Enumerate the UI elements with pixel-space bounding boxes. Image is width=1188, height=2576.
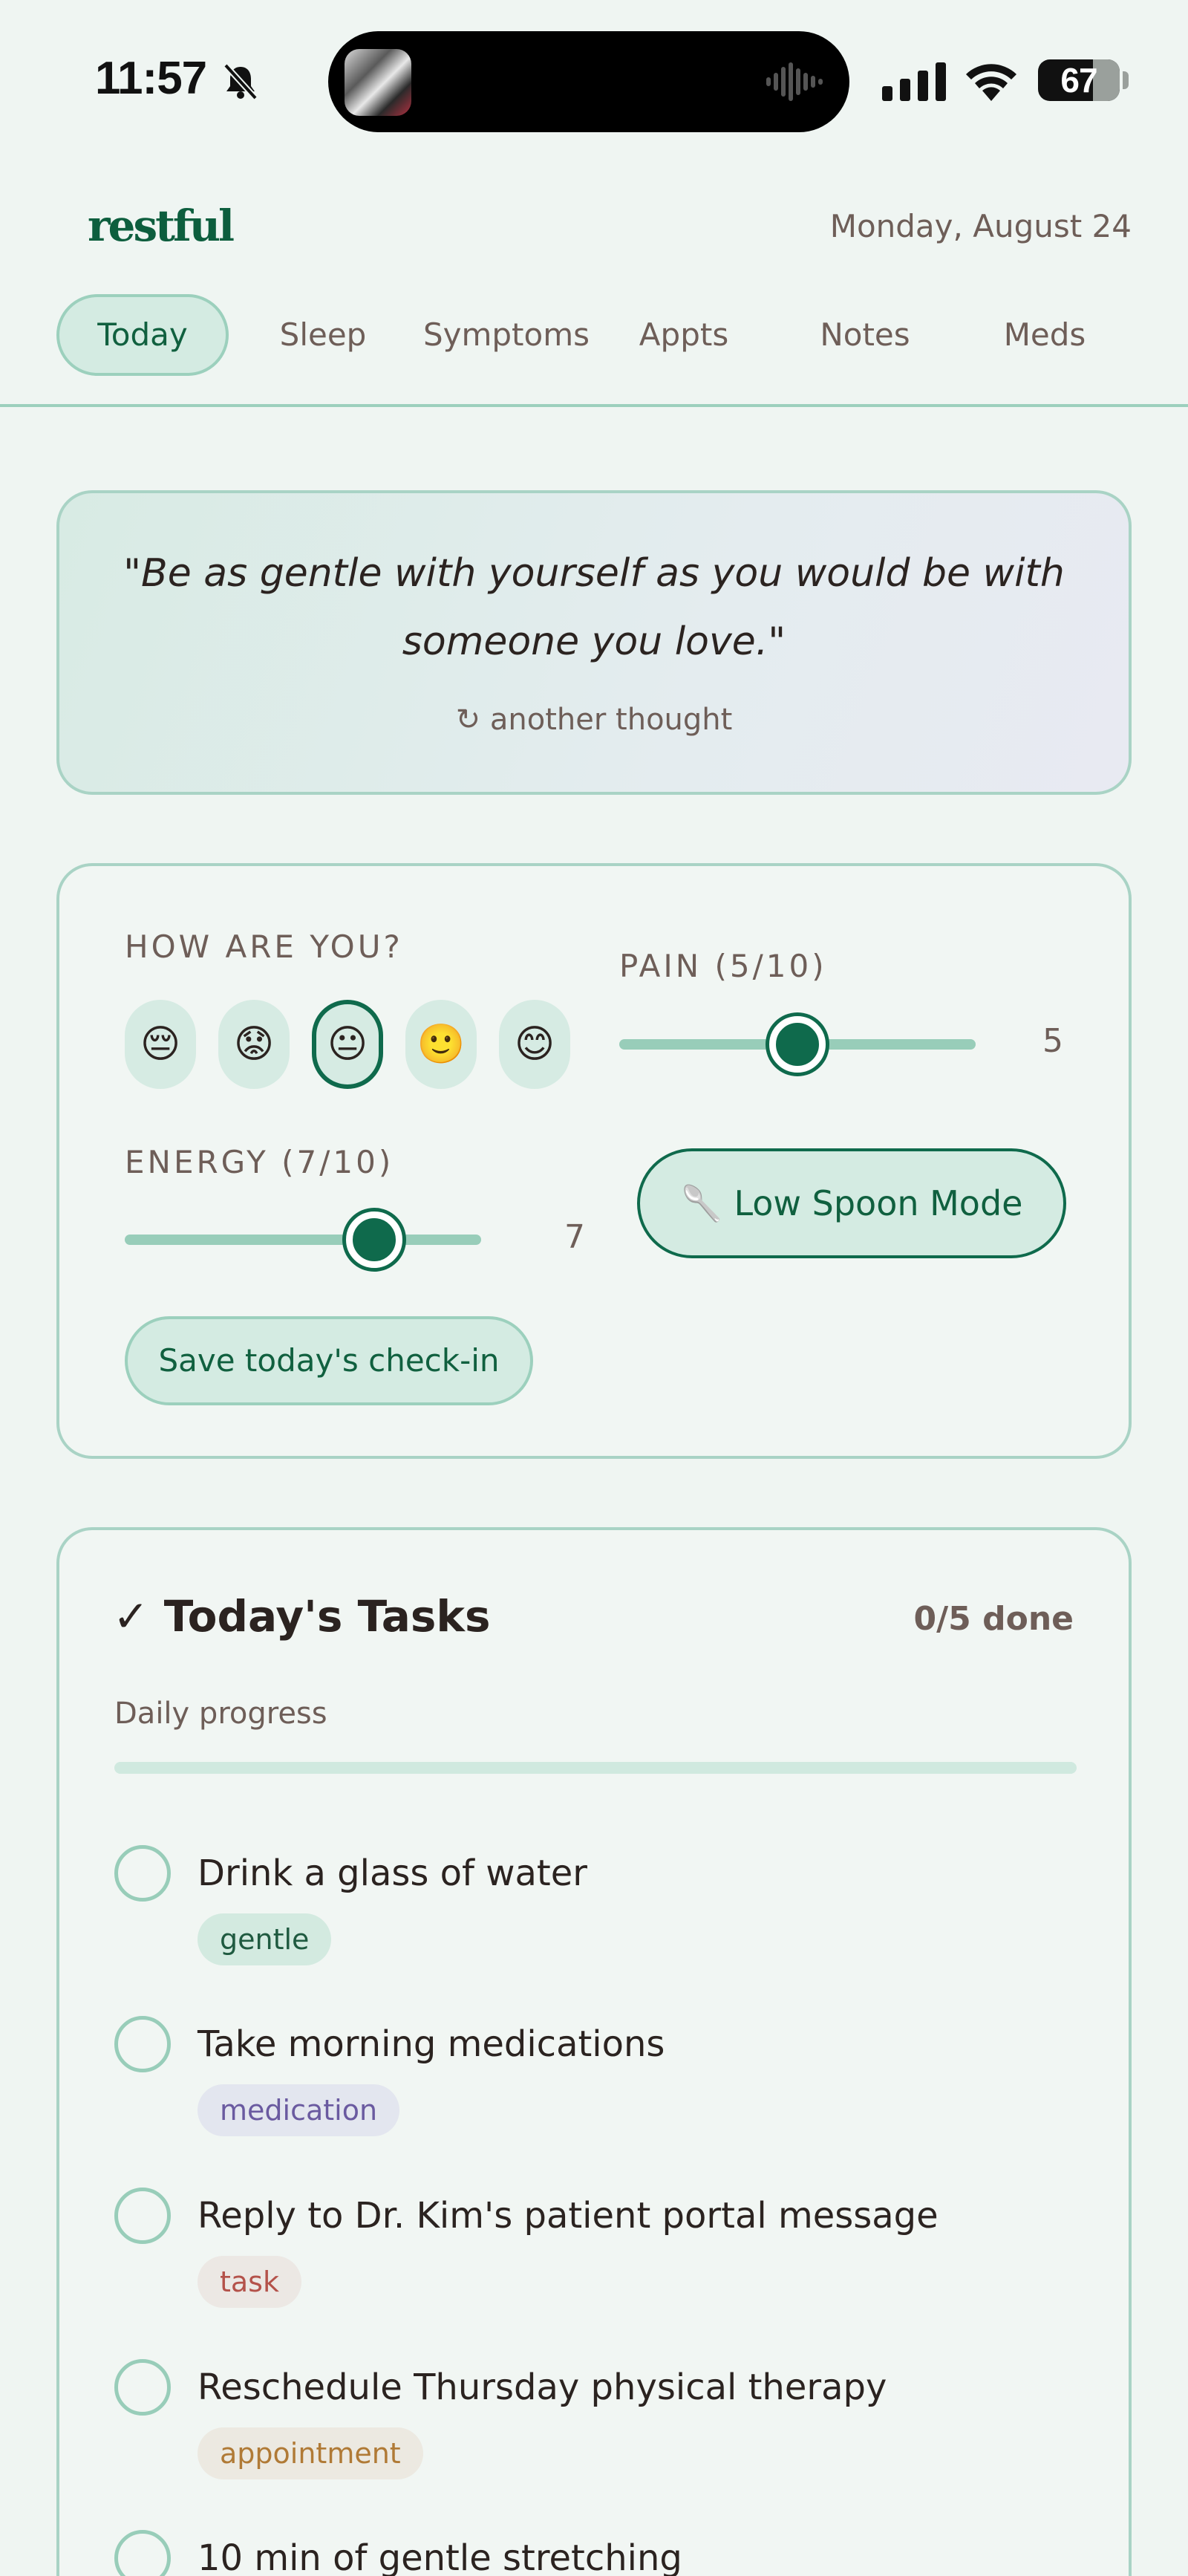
- cellular-signal-icon: [882, 62, 946, 101]
- status-time: 11:57: [95, 53, 207, 104]
- now-playing-artwork: [345, 49, 411, 116]
- mood-slight-smile-button[interactable]: 🙂: [405, 1000, 477, 1089]
- checkin-card: HOW ARE YOU? 😔 😟 😐 🙂 😊 PAIN (5/10) 5 ENERGY …: [56, 863, 1132, 1459]
- tab-symptoms[interactable]: Symptoms: [417, 294, 595, 376]
- energy-label: ENERGY (7/10): [125, 1144, 394, 1180]
- another-thought-button[interactable]: ↻ another thought: [59, 703, 1129, 737]
- task-tag: appointment: [198, 2427, 423, 2479]
- daily-progress-bar: [114, 1762, 1077, 1774]
- task-checkbox[interactable]: [114, 2359, 171, 2416]
- tab-sleep[interactable]: Sleep: [252, 294, 394, 376]
- progress-label: Daily progress: [114, 1697, 327, 1731]
- pain-slider-thumb[interactable]: [769, 1016, 826, 1073]
- battery-percentage: 67: [1060, 61, 1097, 100]
- tab-meds[interactable]: Meds: [974, 294, 1115, 376]
- tasks-count: 0/5 done: [913, 1600, 1074, 1638]
- task-checkbox[interactable]: [114, 2188, 171, 2244]
- task-item: Drink a glass of water gentle: [114, 1827, 1077, 1965]
- energy-slider-thumb[interactable]: [346, 1211, 402, 1268]
- task-tag: gentle: [198, 1913, 332, 1965]
- current-date: Monday, August 24: [829, 208, 1132, 244]
- task-item: Take morning medications medication: [114, 1998, 1077, 2136]
- wifi-icon: [966, 64, 1016, 101]
- task-tag: task: [198, 2256, 301, 2308]
- quote-card: "Be as gentle with yourself as you would…: [56, 490, 1132, 795]
- battery-indicator: 67: [1038, 59, 1120, 101]
- task-text: Reschedule Thursday physical therapy: [198, 2367, 887, 2408]
- mood-sad-button[interactable]: 😔: [125, 1000, 196, 1089]
- audio-wave-icon: [766, 62, 823, 101]
- status-bar: 11:57 67: [0, 0, 1188, 156]
- tabs-divider: [0, 404, 1188, 407]
- task-text: Reply to Dr. Kim's patient portal messag…: [198, 2195, 939, 2237]
- save-checkin-button[interactable]: Save today's check-in: [125, 1316, 533, 1405]
- pain-value: 5: [1042, 1022, 1063, 1060]
- task-checkbox[interactable]: [114, 2016, 171, 2072]
- task-text: Drink a glass of water: [198, 1853, 587, 1894]
- energy-value: 7: [564, 1218, 585, 1256]
- mood-happy-button[interactable]: 😊: [499, 1000, 570, 1089]
- quote-text: "Be as gentle with yourself as you would…: [123, 551, 1065, 664]
- battery-cap: [1123, 71, 1129, 89]
- bell-slash-icon: [223, 63, 258, 100]
- task-item: 10 min of gentle stretching: [114, 2512, 1077, 2576]
- task-text: Take morning medications: [198, 2023, 665, 2065]
- task-item: Reply to Dr. Kim's patient portal messag…: [114, 2170, 1077, 2308]
- app-logo: restful: [88, 201, 235, 251]
- low-spoon-mode-button[interactable]: 🥄 Low Spoon Mode: [637, 1148, 1066, 1258]
- tab-bar: Today Sleep Symptoms Appts Notes Meds: [0, 294, 1188, 376]
- task-checkbox[interactable]: [114, 2530, 171, 2576]
- task-item: Reschedule Thursday physical therapy app…: [114, 2341, 1077, 2479]
- energy-slider-track[interactable]: [125, 1235, 481, 1245]
- task-tag: medication: [198, 2084, 400, 2136]
- mood-neutral-button[interactable]: 😐: [312, 1000, 383, 1089]
- mood-worried-button[interactable]: 😟: [218, 1000, 290, 1089]
- tab-notes[interactable]: Notes: [794, 294, 936, 376]
- tab-today[interactable]: Today: [56, 294, 229, 376]
- tab-appts[interactable]: Appts: [613, 294, 754, 376]
- task-text: 10 min of gentle stretching: [198, 2537, 682, 2576]
- dynamic-island[interactable]: [328, 31, 849, 132]
- tasks-card: ✓ Today's Tasks 0/5 done Daily progress …: [56, 1527, 1132, 2576]
- tasks-title: ✓ Today's Tasks: [113, 1591, 491, 1642]
- task-checkbox[interactable]: [114, 1845, 171, 1902]
- pain-label: PAIN (5/10): [619, 948, 827, 984]
- mood-label: HOW ARE YOU?: [125, 928, 403, 965]
